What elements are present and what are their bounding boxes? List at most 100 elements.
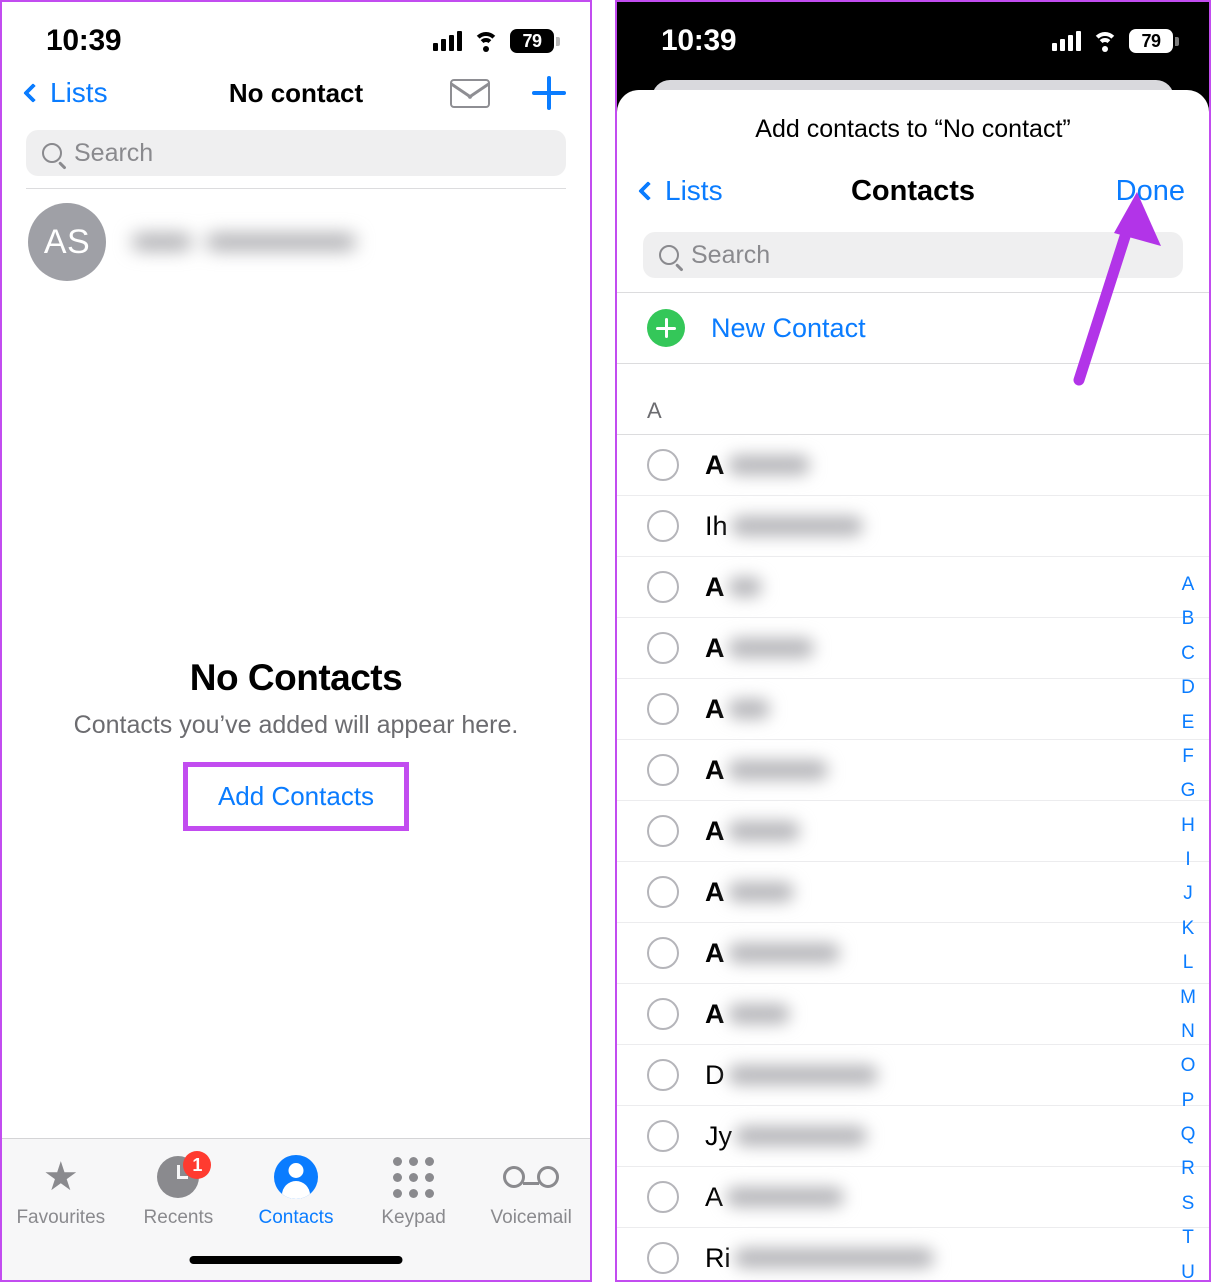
checkbox-circle-icon[interactable] <box>647 876 679 908</box>
search-placeholder: Search <box>691 240 771 269</box>
new-contact-label: New Contact <box>711 312 866 343</box>
search-container-left: Search <box>2 122 590 188</box>
search-input[interactable]: Search <box>643 232 1183 278</box>
tab-contacts[interactable]: Contacts <box>237 1155 355 1229</box>
alphabet-index-letter[interactable]: C <box>1181 637 1195 671</box>
table-row[interactable]: A <box>617 557 1209 618</box>
add-contacts-label: Add Contacts <box>217 781 375 811</box>
alphabet-index-letter[interactable]: S <box>1182 1187 1195 1221</box>
checkbox-circle-icon[interactable] <box>647 1181 679 1213</box>
envelope-icon[interactable] <box>450 78 490 108</box>
contact-name: A <box>705 877 794 908</box>
green-plus-icon <box>647 309 685 347</box>
list-item[interactable]: AS <box>2 189 590 299</box>
alphabet-index-letter[interactable]: O <box>1181 1049 1196 1083</box>
alphabet-index-letter[interactable]: B <box>1182 602 1195 636</box>
alphabet-index-letter[interactable]: K <box>1182 912 1195 946</box>
alphabet-index-letter[interactable]: N <box>1181 1015 1195 1049</box>
empty-state-subtitle: Contacts you’ve added will appear here. <box>73 711 519 739</box>
tab-label: Favourites <box>16 1207 106 1228</box>
alphabet-index-letter[interactable]: M <box>1180 981 1196 1015</box>
checkbox-circle-icon[interactable] <box>647 998 679 1030</box>
status-bar-right: 10:39 79 <box>617 2 1209 64</box>
checkbox-circle-icon[interactable] <box>647 937 679 969</box>
done-button[interactable]: Done <box>1116 175 1185 208</box>
checkbox-circle-icon[interactable] <box>647 632 679 664</box>
table-row[interactable]: A <box>617 740 1209 801</box>
home-indicator <box>189 1256 403 1264</box>
tab-favourites[interactable]: ★ Favourites <box>2 1155 120 1229</box>
status-badge: 1 <box>183 1151 212 1179</box>
checkbox-circle-icon[interactable] <box>647 510 679 542</box>
alphabet-index-letter[interactable]: L <box>1183 946 1194 980</box>
table-row[interactable]: D <box>617 1045 1209 1106</box>
alphabet-index-letter[interactable]: I <box>1185 843 1190 877</box>
alphabet-index-letter[interactable]: J <box>1183 877 1193 911</box>
alphabet-index-letter[interactable]: T <box>1182 1221 1194 1255</box>
status-indicators: 79 <box>1052 29 1179 53</box>
status-time: 10:39 <box>661 24 737 57</box>
contact-name: A <box>705 1182 845 1213</box>
table-row[interactable]: Ih <box>617 496 1209 557</box>
table-row[interactable]: A <box>617 1167 1209 1228</box>
checkbox-circle-icon[interactable] <box>647 1059 679 1091</box>
table-row[interactable]: A <box>617 618 1209 679</box>
table-row[interactable]: A <box>617 435 1209 496</box>
table-row[interactable]: A <box>617 984 1209 1045</box>
checkbox-circle-icon[interactable] <box>647 754 679 786</box>
checkbox-circle-icon[interactable] <box>647 449 679 481</box>
alphabet-index-letter[interactable]: H <box>1181 809 1195 843</box>
table-row[interactable]: A <box>617 923 1209 984</box>
search-input[interactable]: Search <box>26 130 566 176</box>
contact-name: D <box>705 1060 878 1091</box>
panel-gap <box>592 0 615 1282</box>
chevron-left-icon <box>23 83 43 103</box>
nav-bar-left: Lists No contact <box>2 64 590 122</box>
tab-voicemail[interactable]: Voicemail <box>472 1155 590 1229</box>
alphabet-index-letter[interactable]: P <box>1182 1084 1195 1118</box>
alphabet-index-letter[interactable]: G <box>1181 774 1196 808</box>
search-icon <box>659 245 679 265</box>
checkbox-circle-icon[interactable] <box>647 693 679 725</box>
contact-name-redacted <box>132 234 356 250</box>
table-row[interactable]: Jy <box>617 1106 1209 1167</box>
checkbox-circle-icon[interactable] <box>647 571 679 603</box>
checkbox-circle-icon[interactable] <box>647 1242 679 1274</box>
cellular-bars-icon <box>433 31 462 51</box>
alphabet-index-letter[interactable]: F <box>1182 740 1194 774</box>
add-contacts-button[interactable]: Add Contacts <box>182 762 410 831</box>
tab-label: Keypad <box>381 1207 446 1228</box>
back-button-label: Lists <box>50 77 108 108</box>
status-time: 10:39 <box>46 24 122 57</box>
back-button-lists[interactable]: Lists <box>23 77 108 109</box>
alphabet-index-letter[interactable]: A <box>1182 568 1195 602</box>
contact-name: Ih <box>705 511 863 542</box>
voicemail-icon <box>503 1155 560 1199</box>
alphabet-index-letter[interactable]: D <box>1181 671 1195 705</box>
tab-keypad[interactable]: Keypad <box>355 1155 473 1229</box>
plus-icon[interactable] <box>532 76 566 110</box>
alphabet-index-letter[interactable]: Q <box>1181 1118 1196 1152</box>
cellular-bars-icon <box>1052 31 1081 51</box>
tab-recents[interactable]: 1 Recents <box>120 1151 238 1229</box>
checkbox-circle-icon[interactable] <box>647 1120 679 1152</box>
back-button-lists[interactable]: Lists <box>638 175 723 207</box>
star-icon: ★ <box>42 1155 79 1199</box>
table-row[interactable]: A <box>617 801 1209 862</box>
checkbox-circle-icon[interactable] <box>647 815 679 847</box>
table-row[interactable]: A <box>617 679 1209 740</box>
new-contact-button[interactable]: New Contact <box>617 292 1209 364</box>
screenshot-root: 10:39 79 Lists No contact Search AS No C… <box>0 0 1211 1282</box>
contact-name: A <box>705 572 762 603</box>
add-contacts-sheet: Add contacts to “No contact” Lists Conta… <box>617 90 1209 1280</box>
alphabet-index-letter[interactable]: U <box>1181 1256 1195 1281</box>
table-row[interactable]: Ri <box>617 1228 1209 1280</box>
contact-name: Ri <box>705 1243 934 1274</box>
alphabet-index-letter[interactable]: E <box>1182 706 1195 740</box>
alphabet-index-letter[interactable]: R <box>1181 1152 1195 1186</box>
status-bar-left: 10:39 79 <box>2 2 590 64</box>
battery-level: 79 <box>1129 29 1173 53</box>
table-row[interactable]: A <box>617 862 1209 923</box>
nav-bar-right: Lists Contacts Done <box>617 158 1209 224</box>
alphabet-index[interactable]: ABCDEFGHIJKLMNOPQRSTUVWXYZ# <box>1175 568 1201 1280</box>
